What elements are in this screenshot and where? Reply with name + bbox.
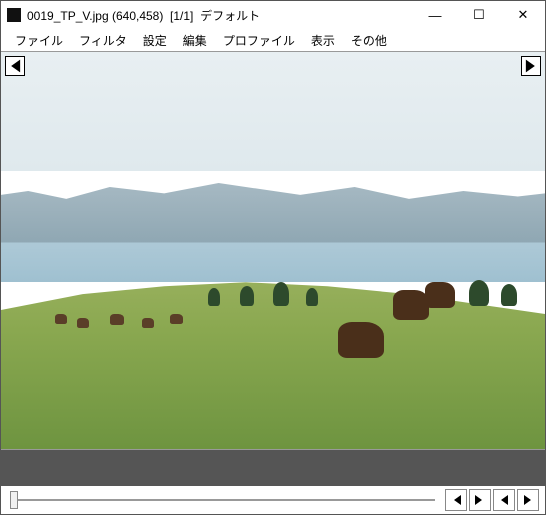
- image-mountains: [1, 163, 545, 242]
- main-window: 0019_TP_V.jpg (640,458) [1/1] デフォルト — ☐ …: [0, 0, 546, 515]
- horse: [110, 314, 124, 325]
- titlebar[interactable]: 0019_TP_V.jpg (640,458) [1/1] デフォルト — ☐ …: [1, 1, 545, 29]
- app-icon: [7, 8, 21, 22]
- playback-controls: [445, 489, 539, 511]
- window-title: 0019_TP_V.jpg (640,458) [1/1] デフォルト: [27, 7, 413, 24]
- tree: [306, 288, 318, 306]
- menu-profile[interactable]: プロファイル: [215, 30, 303, 51]
- slider-track: [13, 499, 435, 501]
- title-page: [1/1]: [170, 9, 193, 23]
- horse: [55, 314, 67, 324]
- play-button[interactable]: [469, 489, 491, 511]
- menu-view[interactable]: 表示: [303, 30, 343, 51]
- horse: [170, 314, 183, 324]
- menu-other[interactable]: その他: [343, 30, 395, 51]
- play-icon: [473, 493, 487, 507]
- slider-thumb[interactable]: [10, 491, 18, 509]
- position-slider[interactable]: [7, 489, 441, 511]
- image-treeline: [1, 251, 545, 307]
- title-dimensions: (640,458): [112, 9, 163, 23]
- thumbnail-strip[interactable]: [1, 450, 545, 486]
- step-back-icon: [449, 493, 463, 507]
- go-last-button[interactable]: [517, 489, 539, 511]
- image-content: [1, 52, 545, 449]
- go-last-icon: [521, 493, 535, 507]
- bottom-toolbar: [1, 486, 545, 514]
- next-image-button[interactable]: [521, 56, 541, 76]
- menu-settings[interactable]: 設定: [135, 30, 175, 51]
- tree: [208, 288, 220, 306]
- horse: [77, 318, 89, 328]
- menubar: ファイル フィルタ 設定 編集 プロファイル 表示 その他: [1, 29, 545, 51]
- close-button[interactable]: ✕: [501, 1, 545, 29]
- first-arrow-icon: [6, 57, 24, 75]
- image-sky: [1, 52, 545, 171]
- step-back-button[interactable]: [445, 489, 467, 511]
- maximize-button[interactable]: ☐: [457, 1, 501, 29]
- tree: [501, 284, 517, 306]
- horse: [425, 282, 455, 308]
- menu-filter[interactable]: フィルタ: [71, 30, 135, 51]
- horse: [142, 318, 154, 328]
- image-viewport[interactable]: [1, 51, 545, 450]
- title-filename: 0019_TP_V.jpg: [27, 9, 109, 23]
- menu-file[interactable]: ファイル: [7, 30, 71, 51]
- horse: [393, 290, 429, 320]
- tree: [240, 286, 254, 306]
- title-profile: デフォルト: [200, 9, 260, 23]
- go-first-button[interactable]: [493, 489, 515, 511]
- window-controls: — ☐ ✕: [413, 1, 545, 29]
- horse: [338, 322, 384, 358]
- menu-edit[interactable]: 編集: [175, 30, 215, 51]
- go-first-icon: [497, 493, 511, 507]
- minimize-button[interactable]: —: [413, 1, 457, 29]
- prev-image-button[interactable]: [5, 56, 25, 76]
- tree: [273, 282, 289, 306]
- tree: [469, 280, 489, 306]
- last-arrow-icon: [522, 57, 540, 75]
